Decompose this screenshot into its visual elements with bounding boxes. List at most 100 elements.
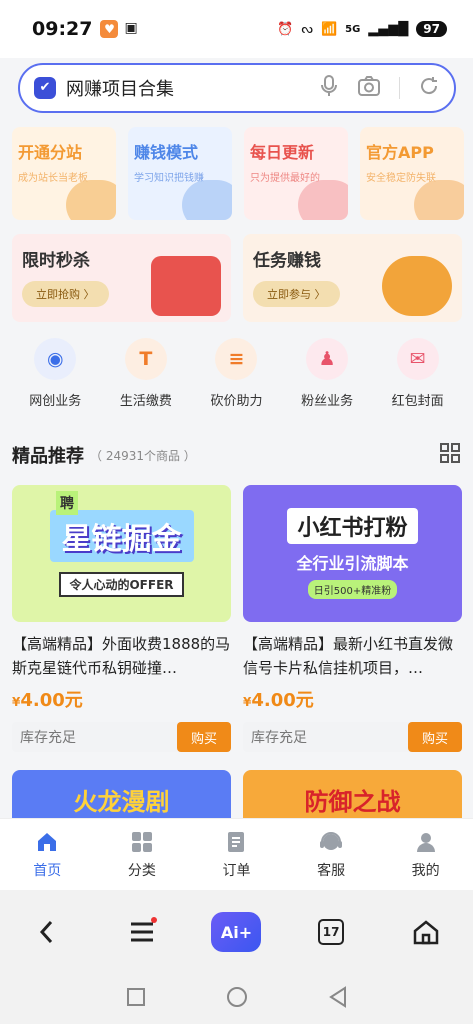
browser-toolbar: Ai+ 17	[0, 890, 473, 974]
system-home-icon[interactable]	[226, 986, 248, 1012]
back-icon[interactable]	[22, 907, 72, 957]
home-page-icon[interactable]	[401, 907, 451, 957]
product-grid-more: 火龙漫剧 防御之战	[12, 770, 462, 820]
product-title: 【高端精品】最新小红书直发微信号卡片私信挂机项目，…	[243, 635, 454, 677]
status-right-icons: ⏰ ᔓ 📶 5G ▂▄▆█ 97	[277, 21, 447, 37]
stock-status: 库存充足	[251, 730, 307, 746]
stock-row: 库存充足 购买	[243, 722, 462, 752]
feature-card-mode[interactable]: 赚钱模式 学习知识把钱赚	[128, 127, 232, 220]
fans-icon: ♟	[306, 338, 349, 380]
camera-icon[interactable]	[357, 75, 381, 102]
product-image[interactable]: 火龙漫剧	[12, 770, 231, 820]
tab-profile[interactable]: 我的	[378, 819, 473, 890]
status-bar: 09:27 ♥ ▣ ⏰ ᔓ 📶 5G ▂▄▆█ 97	[0, 0, 473, 58]
tab-orders[interactable]: 订单	[189, 819, 284, 890]
quick-entry-bills[interactable]: T 生活缴费	[102, 338, 190, 420]
buy-button[interactable]: 购买	[177, 722, 231, 752]
red-packet-icon: ✉	[396, 338, 439, 380]
feature-card-daily[interactable]: 每日更新 只为提供最好的	[244, 127, 348, 220]
product-price: ¥4.00元	[12, 690, 83, 711]
stock-row: 库存充足 购买	[12, 722, 231, 752]
bottom-tab-bar: 首页 分类 订单 客服 我的	[0, 818, 473, 890]
app-notification-icon: ♥	[100, 20, 119, 38]
product-card[interactable]: 聘 星链掘金 令人心动的OFFER 【高端精品】外面收费1888的马斯克星链代币…	[12, 485, 231, 752]
refresh-icon[interactable]	[418, 75, 440, 102]
main-content: 开通分站 成为站长当老板 赚钱模式 学习知识把钱赚 每日更新 只为提供最好的 官…	[0, 120, 473, 820]
tab-service[interactable]: 客服	[284, 819, 379, 890]
grid-view-icon[interactable]	[440, 442, 460, 468]
product-card[interactable]: 小红书打粉 全行业引流脚本 日引500+精准粉 【高端精品】最新小红书直发微信号…	[243, 485, 462, 752]
ai-label: Ai+	[211, 912, 262, 952]
menu-icon[interactable]	[117, 907, 167, 957]
battery-level: 97	[416, 21, 447, 37]
feature-title: 官方APP	[366, 143, 434, 162]
task-join-button[interactable]: 立即参与 〉	[253, 281, 340, 307]
image-subline: 全行业引流脚本	[296, 554, 409, 573]
image-headline: 小红书打粉	[287, 508, 418, 544]
system-back-icon[interactable]	[328, 986, 348, 1012]
feature-title: 赚钱模式	[134, 143, 199, 162]
sim-icon: ▣	[124, 20, 138, 36]
section-header: 精品推荐 （ 24931个商品 ）	[12, 442, 460, 468]
product-image[interactable]: 聘 星链掘金 令人心动的OFFER	[12, 485, 231, 622]
bag-illustration	[298, 180, 348, 220]
promo-cards: 限时秒杀 立即抢购 〉 任务赚钱 立即参与 〉	[12, 234, 462, 322]
image-badge: 聘	[56, 491, 78, 515]
home-icon	[35, 830, 59, 854]
gold-coin-illustration	[382, 256, 452, 316]
quick-entry-fans[interactable]: ♟ 粉丝业务	[283, 338, 371, 420]
feature-card-app[interactable]: 官方APP 安全稳定防失联	[360, 127, 464, 220]
quick-entry-label: 生活缴费	[119, 394, 172, 409]
section-title: 精品推荐	[12, 446, 84, 467]
ai-assistant-button[interactable]: Ai+	[211, 907, 262, 957]
feature-title: 每日更新	[250, 143, 315, 162]
product-image[interactable]: 防御之战	[243, 770, 462, 820]
buy-button[interactable]: 购买	[408, 722, 462, 752]
signal-icon: ▂▄▆█	[368, 21, 409, 37]
status-time: 09:27	[32, 18, 93, 40]
tab-category[interactable]: 分类	[95, 819, 190, 890]
box-illustration	[414, 180, 464, 220]
service-icon	[319, 830, 343, 854]
quick-entry-bargain[interactable]: ≡ 砍价助力	[192, 338, 280, 420]
tab-label: 我的	[411, 862, 440, 879]
system-nav-bar	[0, 974, 473, 1024]
search-bar[interactable]: ✔ 网赚项目合集	[18, 63, 456, 113]
image-headline: 星链掘金	[49, 510, 194, 562]
product-grid: 聘 星链掘金 令人心动的OFFER 【高端精品】外面收费1888的马斯克星链代币…	[12, 485, 462, 752]
red-box-illustration	[151, 256, 221, 316]
flash-sale-button[interactable]: 立即抢购 〉	[22, 281, 109, 307]
section-count: （ 24931个商品 ）	[90, 448, 196, 463]
promo-card-flash-sale[interactable]: 限时秒杀 立即抢购 〉	[12, 234, 231, 322]
mic-icon[interactable]	[319, 74, 339, 103]
tab-label: 客服	[317, 862, 346, 879]
tab-home[interactable]: 首页	[0, 819, 95, 890]
feature-card-branch[interactable]: 开通分站 成为站长当老板	[12, 127, 116, 220]
tab-label: 首页	[33, 862, 62, 879]
search-text[interactable]: 网赚项目合集	[66, 75, 319, 101]
tab-label: 分类	[127, 862, 156, 879]
quick-entry-row: ◉ 网创业务 T 生活缴费 ≡ 砍价助力 ♟ 粉丝业务 ✉ 红包封面	[0, 338, 473, 420]
calendar-date: 17	[318, 919, 345, 945]
quick-entry-redpacket[interactable]: ✉ 红包封面	[374, 338, 462, 420]
stock-status: 库存充足	[20, 730, 76, 746]
profile-icon	[414, 830, 438, 854]
grad-cap-illustration	[182, 180, 232, 220]
coin-illustration	[66, 180, 116, 220]
feature-cards: 开通分站 成为站长当老板 赚钱模式 学习知识把钱赚 每日更新 只为提供最好的 官…	[12, 127, 464, 220]
nfc-icon: ᔓ	[301, 21, 313, 37]
recents-icon[interactable]	[126, 987, 146, 1011]
network-label: 5G	[345, 23, 361, 35]
bill-icon: T	[124, 338, 167, 380]
tab-label: 订单	[222, 862, 251, 879]
promo-card-task[interactable]: 任务赚钱 立即参与 〉	[243, 234, 462, 322]
product-price: ¥4.00元	[243, 690, 314, 711]
quick-entry-web[interactable]: ◉ 网创业务	[11, 338, 99, 420]
product-image[interactable]: 小红书打粉 全行业引流脚本 日引500+精准粉	[243, 485, 462, 622]
calendar-icon[interactable]: 17	[306, 907, 356, 957]
notification-dot	[150, 917, 157, 923]
image-badge: 日引500+精准粉	[307, 580, 398, 599]
quick-entry-label: 砍价助力	[210, 394, 263, 409]
category-icon	[130, 830, 154, 854]
image-subline: 令人心动的OFFER	[59, 572, 184, 597]
